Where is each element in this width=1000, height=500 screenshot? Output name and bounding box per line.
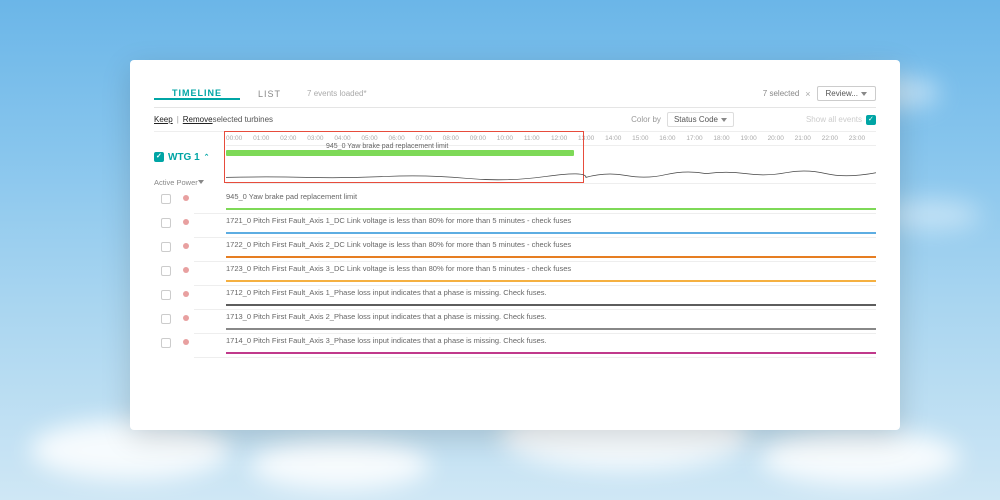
time-tick: 08:00 [443,135,470,142]
metric-label: Active Power [154,178,198,187]
time-axis: 00:0001:0002:0003:0004:0005:0006:0007:00… [226,132,876,146]
event-bar[interactable] [226,280,876,283]
event-checkbox[interactable] [161,290,171,300]
colorby-select[interactable]: Status Code [667,112,734,127]
event-status-dot [183,339,189,345]
chevron-up-icon: ⌃ [204,153,210,161]
event-bar[interactable] [226,256,876,259]
show-all-events[interactable]: Show all events [806,115,876,125]
show-all-label: Show all events [806,115,862,124]
chevron-down-icon [721,118,727,122]
colorby-value: Status Code [674,115,718,124]
event-text: 1722_0 Pitch First Fault_Axis 2_DC Link … [194,238,876,249]
show-all-checkbox[interactable] [866,115,876,125]
time-tick: 14:00 [605,135,632,142]
event-status-dot [183,267,189,273]
remove-link[interactable]: Remove [183,115,213,124]
event-status-dot [183,315,189,321]
time-tick: 19:00 [740,135,767,142]
event-row: 1721_0 Pitch First Fault_Axis 1_DC Link … [154,214,876,238]
sparkline [226,168,876,184]
time-tick: 04:00 [334,135,361,142]
time-tick: 03:00 [307,135,334,142]
time-tick: 00:00 [226,135,253,142]
event-bar[interactable] [226,352,876,355]
time-tick: 02:00 [280,135,307,142]
overview-event-bar[interactable] [226,150,574,156]
event-row: 945_0 Yaw brake pad replacement limit [154,190,876,214]
time-tick: 18:00 [713,135,740,142]
event-checkbox[interactable] [161,218,171,228]
time-tick: 20:00 [768,135,795,142]
time-tick: 07:00 [416,135,443,142]
event-list: 945_0 Yaw brake pad replacement limit 172… [154,190,876,358]
time-tick: 09:00 [470,135,497,142]
time-tick: 22:00 [822,135,849,142]
turbine-name: WTG 1 [168,152,200,163]
metric-row[interactable]: Active Power [154,174,226,190]
event-status-dot [183,219,189,225]
event-checkbox[interactable] [161,314,171,324]
sub-bar: Keep | Remove selected turbines Color by… [154,108,876,132]
keep-link[interactable]: Keep [154,115,173,124]
time-tick: 15:00 [632,135,659,142]
selected-count: 7 selected [763,89,799,98]
event-bar[interactable] [226,232,876,235]
time-tick: 06:00 [388,135,415,142]
time-tick: 16:00 [659,135,686,142]
event-row: 1713_0 Pitch First Fault_Axis 2_Phase lo… [154,310,876,334]
time-tick: 21:00 [795,135,822,142]
overview-row: 945_0 Yaw brake pad replacement limit [226,146,876,168]
event-checkbox[interactable] [161,266,171,276]
time-tick: 17:00 [686,135,713,142]
time-tick: 10:00 [497,135,524,142]
event-bar[interactable] [226,328,876,331]
event-text: 1723_0 Pitch First Fault_Axis 3_DC Link … [194,262,876,273]
event-text: 1712_0 Pitch First Fault_Axis 1_Phase lo… [194,286,876,297]
tab-bar: TIMELINE LIST 7 events loaded* 7 selecte… [154,80,876,108]
event-text: 1721_0 Pitch First Fault_Axis 1_DC Link … [194,214,876,225]
turbine-header[interactable]: WTG 1 ⌃ [154,146,226,168]
event-status-dot [183,243,189,249]
event-row: 1714_0 Pitch First Fault_Axis 3_Phase lo… [154,334,876,358]
tab-list[interactable]: LIST [240,89,299,99]
tab-timeline[interactable]: TIMELINE [154,88,240,100]
event-text: 1713_0 Pitch First Fault_Axis 2_Phase lo… [194,310,876,321]
event-checkbox[interactable] [161,194,171,204]
event-status-dot [183,291,189,297]
event-text: 1714_0 Pitch First Fault_Axis 3_Phase lo… [194,334,876,345]
review-button[interactable]: Review... [817,86,876,101]
time-tick: 12:00 [551,135,578,142]
review-label: Review... [826,89,858,98]
events-loaded-label: 7 events loaded* [307,89,367,98]
chevron-down-icon [198,180,204,184]
time-tick: 23:00 [849,135,876,142]
overview-event-label: 945_0 Yaw brake pad replacement limit [326,143,448,150]
event-text: 945_0 Yaw brake pad replacement limit [194,190,876,201]
event-row: 1712_0 Pitch First Fault_Axis 1_Phase lo… [154,286,876,310]
time-tick: 05:00 [361,135,388,142]
event-bar[interactable] [226,208,876,211]
event-bar[interactable] [226,304,876,307]
chevron-down-icon [861,92,867,96]
time-tick: 01:00 [253,135,280,142]
event-checkbox[interactable] [161,242,171,252]
main-panel: TIMELINE LIST 7 events loaded* 7 selecte… [130,60,900,430]
time-tick: 11:00 [524,135,551,142]
event-row: 1722_0 Pitch First Fault_Axis 2_DC Link … [154,238,876,262]
time-tick: 13:00 [578,135,605,142]
event-status-dot [183,195,189,201]
colorby-label: Color by [631,115,661,124]
clear-selection-icon[interactable]: × [805,89,810,99]
turbine-checkbox[interactable] [154,152,164,162]
selected-turbines-label: selected turbines [213,115,273,124]
event-checkbox[interactable] [161,338,171,348]
event-row: 1723_0 Pitch First Fault_Axis 3_DC Link … [154,262,876,286]
